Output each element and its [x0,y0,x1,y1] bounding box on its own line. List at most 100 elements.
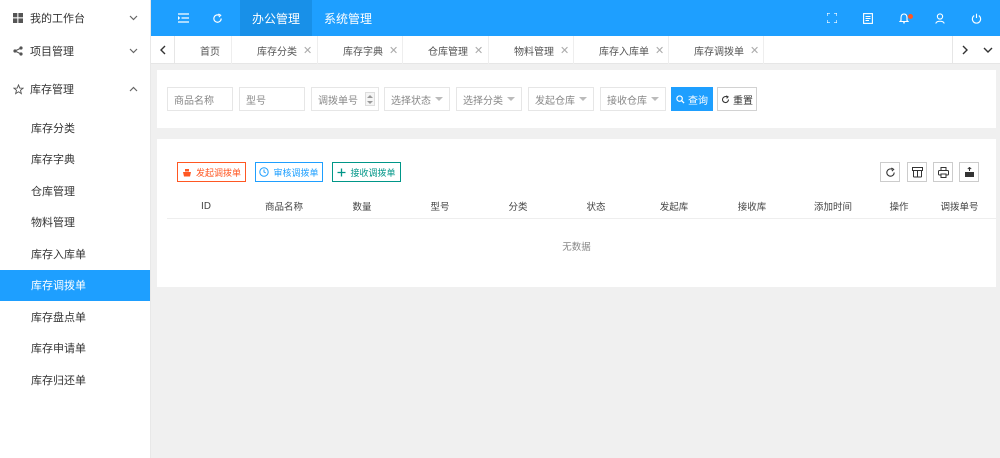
query-button[interactable]: 查询 [671,87,713,111]
reset-button-label: 重置 [733,95,753,107]
fullscreen-icon[interactable] [814,0,850,36]
table-refresh-icon[interactable] [880,162,900,182]
close-icon[interactable]: ✕ [560,45,569,56]
sidebar-group-projects[interactable]: 项目管理 [0,36,150,66]
chevron-up-icon [128,84,138,94]
caret-down-icon [507,97,515,101]
header-right-tools [814,0,1000,36]
column-header[interactable]: 调拨单号 [923,193,996,219]
sidebar: 我的工作台 项目管理 库存管理 库存分类 库存字典 仓库管理 物料管理 库存入库… [0,0,151,458]
top-header: 办公管理 系统管理 [151,0,1000,36]
sidebar-item-label: 库存归还单 [31,373,86,387]
select-placeholder: 选择状态 [391,95,431,107]
tab-transfer[interactable]: 库存调拨单 ✕ [669,36,764,64]
source-warehouse-select[interactable]: 发起仓库 [528,87,594,111]
column-header[interactable]: 数量 [323,193,401,219]
notification-dot [908,14,913,19]
transfer-icon [182,168,192,177]
sidebar-item-return[interactable]: 库存归还单 [0,364,150,396]
close-icon[interactable]: ✕ [303,45,312,56]
model-input[interactable]: 型号 [239,87,305,111]
header-menu-office[interactable]: 办公管理 [240,0,313,36]
close-icon[interactable]: ✕ [474,45,483,56]
status-select[interactable]: 选择状态 [384,87,450,111]
close-icon[interactable]: ✕ [389,45,398,56]
tab-category[interactable]: 库存分类 ✕ [232,36,318,64]
review-transfer-button[interactable]: 审核调拨单 [255,162,323,182]
sidebar-item-material[interactable]: 物料管理 [0,207,150,239]
sidebar-item-label: 物料管理 [31,216,75,230]
column-header[interactable]: 型号 [401,193,479,219]
print-icon[interactable] [933,162,953,182]
header-menu-label: 办公管理 [252,11,301,26]
product-name-input[interactable]: 商品名称 [167,87,233,111]
search-icon [676,94,685,104]
column-header[interactable]: 接收库 [713,193,791,219]
column-header[interactable]: 添加时间 [791,193,875,219]
tab-dictionary[interactable]: 库存字典 ✕ [318,36,403,64]
number-stepper[interactable] [365,92,375,106]
user-icon[interactable] [922,0,958,36]
share-icon [12,45,24,57]
sidebar-item-label: 库存申请单 [31,342,86,356]
category-select[interactable]: 选择分类 [456,87,522,111]
export-icon[interactable] [959,162,979,182]
input-placeholder: 型号 [246,95,266,107]
receive-transfer-button[interactable]: 接收调拨单 [332,162,401,182]
sidebar-group-inventory[interactable]: 库存管理 [0,66,150,112]
sidebar-item-transfer[interactable]: 库存调拨单 [0,269,150,301]
star-icon [12,83,24,95]
note-icon[interactable] [850,0,886,36]
column-header[interactable]: ID [167,193,245,219]
tab-label: 物料管理 [514,46,554,58]
tabs-scroll-left-icon[interactable] [151,36,175,64]
tabs-scroll-right-icon[interactable] [952,36,976,64]
power-icon[interactable] [958,0,994,36]
sidebar-item-label: 库存入库单 [31,247,86,261]
sidebar-group-label: 项目管理 [30,45,74,58]
column-header[interactable]: 状态 [557,193,635,219]
column-header[interactable]: 操作 [875,193,923,219]
column-header[interactable]: 商品名称 [245,193,323,219]
header-menu-system[interactable]: 系统管理 [312,0,384,36]
refresh-icon [721,94,730,104]
menu-fold-icon[interactable] [166,0,200,36]
plus-icon [337,168,346,177]
bell-icon[interactable] [886,0,922,36]
column-header[interactable]: 发起库 [635,193,713,219]
input-placeholder: 商品名称 [174,95,214,107]
sidebar-item-warehouse[interactable]: 仓库管理 [0,175,150,207]
target-warehouse-select[interactable]: 接收仓库 [600,87,666,111]
transfer-number-input[interactable]: 调拨单号 [311,87,379,111]
button-label: 发起调拨单 [195,168,241,179]
close-icon[interactable]: ✕ [655,45,664,56]
tab-warehouse[interactable]: 仓库管理 ✕ [403,36,489,64]
caret-down-icon [651,97,659,101]
columns-icon[interactable] [907,162,927,182]
close-icon[interactable]: ✕ [750,45,759,56]
sidebar-item-label: 库存调拨单 [31,279,86,293]
tabs-dropdown-icon[interactable] [976,36,1000,64]
create-transfer-button[interactable]: 发起调拨单 [177,162,246,182]
reset-button[interactable]: 重置 [717,87,757,111]
sidebar-item-inbound[interactable]: 库存入库单 [0,238,150,270]
refresh-icon[interactable] [200,0,234,36]
column-header[interactable]: 分类 [479,193,557,219]
sidebar-item-dictionary[interactable]: 库存字典 [0,144,150,176]
sidebar-item-label: 库存分类 [31,121,75,135]
sidebar-group-workbench[interactable]: 我的工作台 [0,0,150,36]
caret-down-icon [435,97,443,101]
tab-home[interactable]: 首页 [175,36,232,64]
tab-label: 库存字典 [343,46,383,58]
sidebar-item-label: 库存盘点单 [31,310,86,324]
select-placeholder: 接收仓库 [607,95,647,107]
chevron-down-icon [128,13,138,23]
tab-material[interactable]: 物料管理 ✕ [489,36,574,64]
sidebar-item-request[interactable]: 库存申请单 [0,333,150,365]
sidebar-item-label: 仓库管理 [31,184,75,198]
select-placeholder: 选择分类 [463,95,503,107]
button-label: 接收调拨单 [350,168,396,179]
sidebar-item-stocktake[interactable]: 库存盘点单 [0,301,150,333]
tab-inbound[interactable]: 库存入库单 ✕ [574,36,669,64]
sidebar-item-category[interactable]: 库存分类 [0,112,150,144]
